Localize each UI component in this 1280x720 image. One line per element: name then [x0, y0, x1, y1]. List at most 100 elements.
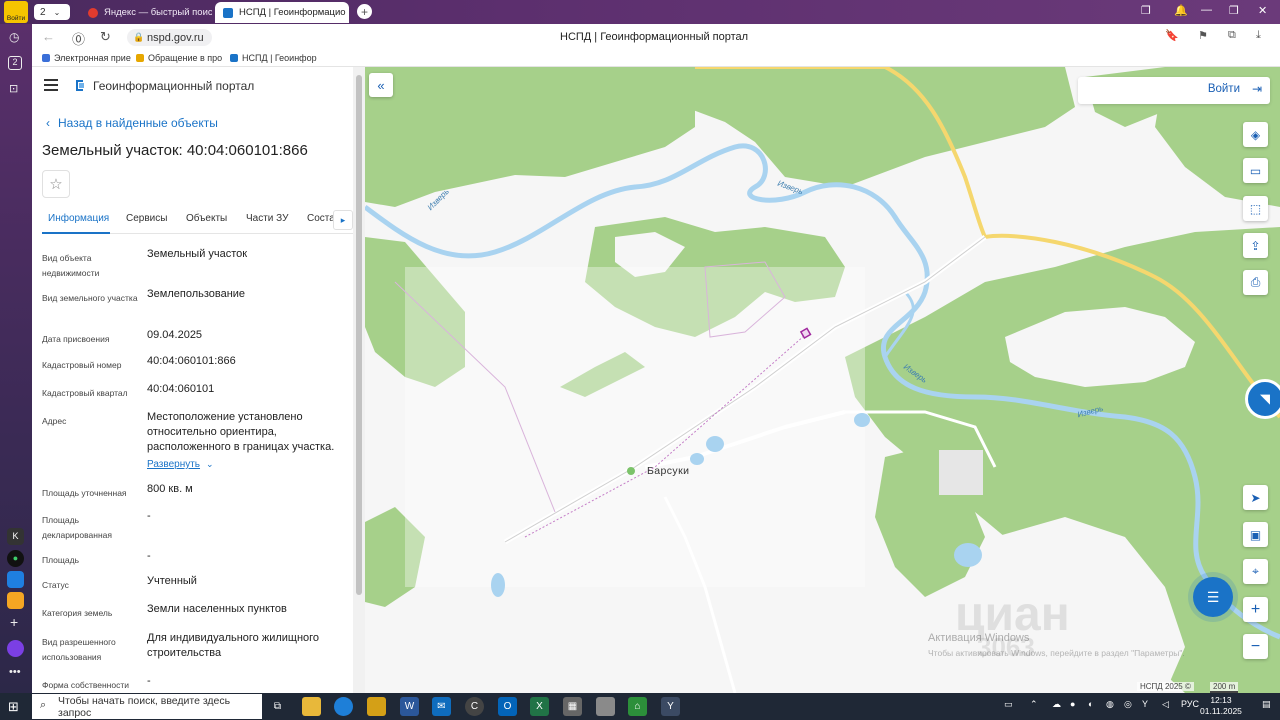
favorite-button[interactable]: ☆ — [42, 170, 70, 198]
navigation-arrow-icon: ➤ — [1250, 490, 1261, 505]
screenshot-icon[interactable]: ⊡ — [9, 82, 18, 95]
windows-start-icon[interactable]: ⊞ — [8, 699, 19, 715]
mail-app-icon[interactable]: ✉ — [432, 697, 451, 716]
calculator-icon[interactable]: ▦ — [563, 697, 582, 716]
messenger-icon[interactable] — [7, 571, 24, 588]
layers-button[interactable]: ◈ — [1243, 122, 1268, 147]
map-canvas[interactable] — [365, 67, 1280, 693]
share-button[interactable]: ⇪ — [1243, 233, 1268, 258]
bookmark-item[interactable]: Электронная прие — [42, 53, 131, 63]
notifications-icon[interactable]: ▤ — [1262, 699, 1271, 710]
tray-yandex-icon[interactable]: Y — [1142, 699, 1148, 709]
word-icon[interactable]: W — [400, 697, 419, 716]
music-icon[interactable]: ● — [7, 550, 24, 567]
bookmark-item[interactable]: НСПД | Геоинфор — [230, 53, 317, 63]
tab-yandex[interactable]: Яндекс — быстрый поиск — [80, 2, 212, 23]
zoom-in-button[interactable]: + — [1243, 597, 1268, 622]
bookmark-icon[interactable]: 🔖 — [1165, 29, 1179, 42]
extension-icon[interactable]: ⚑ — [1198, 29, 1208, 42]
location-pin-button[interactable]: ⌖ — [1243, 559, 1268, 584]
tray-app-icon[interactable]: ◐ — [1088, 699, 1093, 709]
back-to-results-link[interactable]: ‹ Назад в найденные объекты — [46, 116, 218, 130]
new-tab-button[interactable]: + — [357, 4, 372, 19]
chat-button[interactable]: ☰ — [1193, 577, 1233, 617]
plus-icon[interactable]: + — [10, 614, 18, 630]
geolocate-button[interactable]: ➤ — [1243, 485, 1268, 510]
minimize-icon[interactable]: — — [1201, 4, 1212, 16]
volume-icon[interactable]: ◁ — [1162, 699, 1169, 710]
tray-cloud-icon[interactable]: ☁ — [1052, 699, 1061, 710]
reload-icon[interactable]: ↻ — [100, 29, 111, 45]
search-icon: ⌕ — [40, 699, 47, 711]
tab-manager-icon[interactable]: ❐ — [1141, 4, 1151, 17]
photo-app-icon[interactable] — [596, 697, 615, 716]
tab-objects[interactable]: Объекты — [186, 213, 227, 224]
tray-app-icon[interactable]: ◎ — [1124, 699, 1132, 710]
tab-services[interactable]: Сервисы — [126, 213, 167, 224]
tab-parts[interactable]: Части ЗУ — [246, 213, 288, 224]
tab-counter: 2 — [40, 6, 46, 18]
taskbar-search[interactable]: ⌕ Чтобы начать поиск, введите здесь запр… — [32, 694, 262, 719]
chevron-down-icon: ⌄ — [206, 459, 214, 469]
close-window-icon[interactable]: ✕ — [1258, 4, 1267, 17]
bookmark-icon — [230, 54, 238, 62]
tab-nspd[interactable]: НСПД | Геоинформацио ✕ — [215, 2, 349, 23]
profile-badge-label: Войти — [6, 15, 26, 22]
downloads-icon[interactable]: ⧉ — [1228, 29, 1236, 42]
assistant-badge[interactable]: ◥ — [1245, 379, 1280, 419]
scrollbar-thumb[interactable] — [356, 75, 362, 595]
login-button[interactable]: Войти ⇥ — [1078, 77, 1270, 104]
pond — [706, 436, 724, 452]
select-area-button[interactable]: ⬚ — [1243, 196, 1268, 221]
tray-app-icon[interactable]: ◍ — [1106, 699, 1114, 710]
map-view[interactable]: Изверь Изверь Изверь Изверь Барсуки циан… — [365, 67, 1280, 693]
nspd-icon — [223, 7, 233, 18]
tab-counter-button[interactable]: 2 ⌄ — [34, 4, 70, 20]
bookmark-item[interactable]: Обращение в про — [136, 53, 222, 63]
tray-app-icon[interactable]: ● — [1070, 699, 1075, 709]
profile-badge[interactable]: Войти — [4, 1, 28, 23]
zoom-out-button[interactable]: − — [1243, 634, 1268, 659]
alice-icon[interactable] — [7, 640, 24, 657]
menu-icon[interactable] — [44, 79, 58, 91]
windows-taskbar: ⊞ ⌕ Чтобы начать поиск, введите здесь за… — [0, 693, 1280, 720]
mail-icon[interactable] — [7, 592, 24, 609]
store-icon[interactable] — [367, 697, 386, 716]
minimap-button[interactable]: ▣ — [1243, 522, 1268, 547]
tray-arrow-icon[interactable]: ⌃ — [1030, 699, 1038, 710]
task-view-icon[interactable]: ⧉ — [268, 697, 287, 716]
tab-information[interactable]: Информация — [48, 213, 109, 224]
yandex-browser-icon[interactable]: Y — [661, 697, 680, 716]
kinopoisk-icon[interactable]: K — [7, 528, 24, 545]
more-icon[interactable]: ••• — [9, 666, 21, 678]
home-app-icon[interactable]: ⌂ — [628, 697, 647, 716]
expand-link[interactable]: Развернуть ⌄ — [147, 457, 214, 472]
close-icon[interactable]: ✕ — [346, 6, 349, 19]
plus-icon: + — [360, 4, 368, 19]
tray-window-icon[interactable]: ▭ — [1004, 699, 1013, 710]
excel-icon[interactable]: X — [530, 697, 549, 716]
tabs-count-icon[interactable]: 2 — [8, 56, 22, 70]
back-arrow-icon[interactable]: ← — [42, 29, 55, 44]
download-icon[interactable]: ⤓ — [1256, 29, 1261, 42]
tab-composition[interactable]: Соста — [307, 213, 335, 224]
measure-button[interactable]: ▭ — [1243, 158, 1268, 183]
history-icon[interactable]: ◷ — [9, 30, 19, 44]
field-value: Земельный участок — [147, 248, 248, 260]
taskbar-clock[interactable]: 12:13 01.11.2025 — [1200, 695, 1242, 717]
yandex-button-icon[interactable]: ⓪ — [72, 29, 85, 48]
print-button[interactable]: ⎙ — [1243, 270, 1268, 295]
maximize-icon[interactable]: ❐ — [1229, 4, 1239, 17]
app-icon[interactable]: C — [465, 697, 484, 716]
url-field[interactable]: 🔒 nspd.gov.ru — [127, 29, 212, 46]
edge-icon[interactable] — [334, 697, 353, 716]
bell-icon[interactable]: 🔔 — [1174, 4, 1188, 17]
file-explorer-icon[interactable] — [302, 697, 321, 716]
language-indicator[interactable]: РУС — [1181, 699, 1199, 709]
outlook-icon[interactable]: O — [498, 697, 517, 716]
collapse-panel-button[interactable]: « — [369, 73, 393, 97]
chevron-down-icon: ⌄ — [53, 7, 61, 17]
bookmark-icon — [136, 54, 144, 62]
panel-scrollbar[interactable] — [353, 67, 365, 693]
tabs-scroll-button[interactable]: ▸ — [333, 210, 353, 230]
